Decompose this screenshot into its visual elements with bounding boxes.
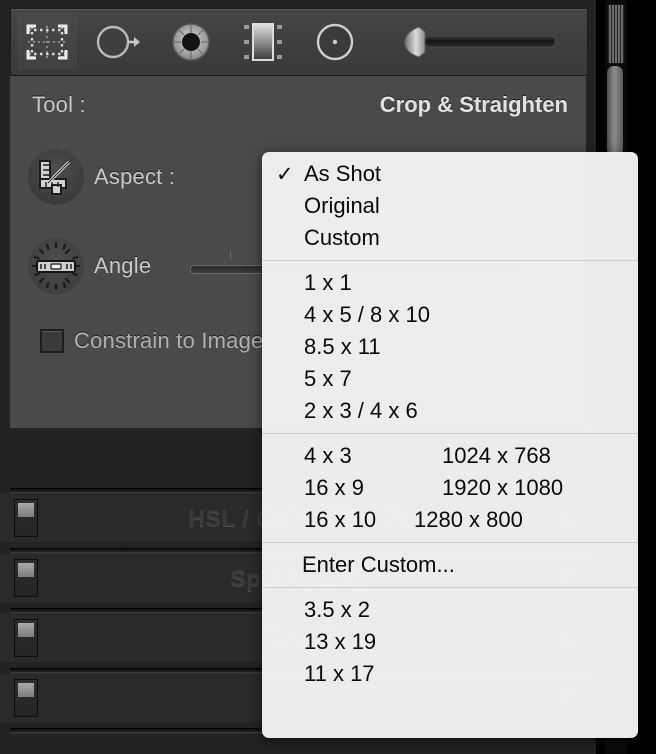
graduated-filter-tool[interactable] (227, 12, 299, 72)
angle-label: Angle (94, 253, 152, 278)
menu-item-label: Original (304, 193, 380, 218)
radial-filter-tool[interactable] (299, 12, 371, 72)
spot-removal-tool[interactable] (83, 12, 155, 72)
tool-value: Crop & Straighten (379, 92, 568, 117)
disclosure-toggle[interactable] (14, 559, 38, 597)
adjustment-brush-tool[interactable] (371, 12, 585, 72)
menu-section-custom: Enter Custom... (262, 543, 638, 587)
disclosure-toggle[interactable] (14, 679, 38, 717)
menu-item-4x3[interactable]: 4 x 3 1024 x 768 (262, 440, 638, 472)
straighten-tool-icon[interactable] (28, 238, 84, 294)
menu-item-label: 2 x 3 / 4 x 6 (304, 398, 418, 423)
menu-item-label: 1 x 1 (304, 270, 352, 295)
menu-section-print-ratios: 1 x 1 4 x 5 / 8 x 10 8.5 x 11 5 x 7 2 x … (262, 261, 638, 433)
aspect-ratio-menu[interactable]: ✓ As Shot Original Custom 1 x 1 4 x 5 / … (262, 152, 638, 738)
panel-scrollbar-thumb[interactable] (607, 66, 623, 156)
menu-item-label: 16 x 9 (304, 475, 364, 500)
graduated-filter-icon (244, 23, 282, 61)
crop-frame-icon[interactable] (28, 149, 84, 205)
crop-overlay-icon (26, 24, 68, 60)
menu-item-as-shot[interactable]: ✓ As Shot (262, 158, 638, 190)
menu-item-label: 5 x 7 (304, 366, 352, 391)
tool-strip (10, 8, 588, 76)
menu-item-1x1[interactable]: 1 x 1 (262, 267, 638, 299)
menu-item-11x17[interactable]: 11 x 17 (262, 658, 638, 690)
menu-item-label: 11 x 17 (304, 661, 375, 686)
menu-item-4x5-8x10[interactable]: 4 x 5 / 8 x 10 (262, 299, 638, 331)
tool-label: Tool : (32, 92, 86, 117)
menu-section-presets: ✓ As Shot Original Custom (262, 152, 638, 260)
check-icon: ✓ (276, 162, 294, 186)
menu-item-13x19[interactable]: 13 x 19 (262, 626, 638, 658)
menu-item-label: Enter Custom... (302, 552, 455, 577)
red-eye-correction-tool[interactable] (155, 12, 227, 72)
menu-item-label: As Shot (304, 161, 382, 186)
menu-item-label: 13 x 19 (304, 629, 377, 654)
constrain-to-image-label: Constrain to Image (74, 328, 264, 353)
menu-item-label: 8.5 x 11 (304, 334, 381, 359)
menu-item-2x3-4x6[interactable]: 2 x 3 / 4 x 6 (262, 395, 638, 427)
menu-item-label: 4 x 3 (304, 443, 352, 468)
panel-scrollbar-grip[interactable] (607, 4, 625, 64)
level-icon (31, 241, 81, 291)
menu-item-3-5x2[interactable]: 3.5 x 2 (262, 594, 638, 626)
menu-item-16x9[interactable]: 16 x 9 1920 x 1080 (262, 472, 638, 504)
menu-item-secondary: 1280 x 800 (414, 507, 523, 532)
aspect-label: Aspect : (94, 164, 176, 189)
menu-section-screen-ratios: 4 x 3 1024 x 768 16 x 9 1920 x 1080 16 x… (262, 434, 638, 542)
radial-filter-icon (316, 23, 354, 61)
menu-item-label: 4 x 5 / 8 x 10 (304, 302, 430, 327)
menu-item-enter-custom[interactable]: Enter Custom... (262, 549, 638, 581)
disclosure-toggle[interactable] (14, 499, 38, 537)
menu-item-secondary: 1920 x 1080 (442, 475, 564, 500)
menu-item-label: 16 x 10 (304, 507, 377, 532)
menu-section-recent: 3.5 x 2 13 x 19 11 x 17 (262, 588, 638, 696)
menu-item-5x7[interactable]: 5 x 7 (262, 363, 638, 395)
menu-item-secondary: 1024 x 768 (442, 443, 551, 468)
menu-item-label: Custom (304, 225, 380, 250)
menu-item-label: 3.5 x 2 (304, 597, 371, 622)
spot-removal-icon (96, 25, 140, 59)
crop-ruler-icon (39, 160, 71, 195)
red-eye-icon (172, 23, 210, 61)
crop-overlay-tool[interactable] (11, 12, 83, 72)
tool-row: Tool : Crop & Straighten (10, 76, 586, 135)
menu-item-16x10[interactable]: 16 x 10 1280 x 800 (262, 504, 638, 536)
constrain-to-image-checkbox[interactable] (40, 329, 64, 353)
disclosure-toggle[interactable] (14, 619, 38, 657)
menu-item-custom[interactable]: Custom (262, 222, 638, 254)
adjustment-brush-icon (404, 26, 556, 58)
menu-item-8-5x11[interactable]: 8.5 x 11 (262, 331, 638, 363)
menu-item-original[interactable]: Original (262, 190, 638, 222)
